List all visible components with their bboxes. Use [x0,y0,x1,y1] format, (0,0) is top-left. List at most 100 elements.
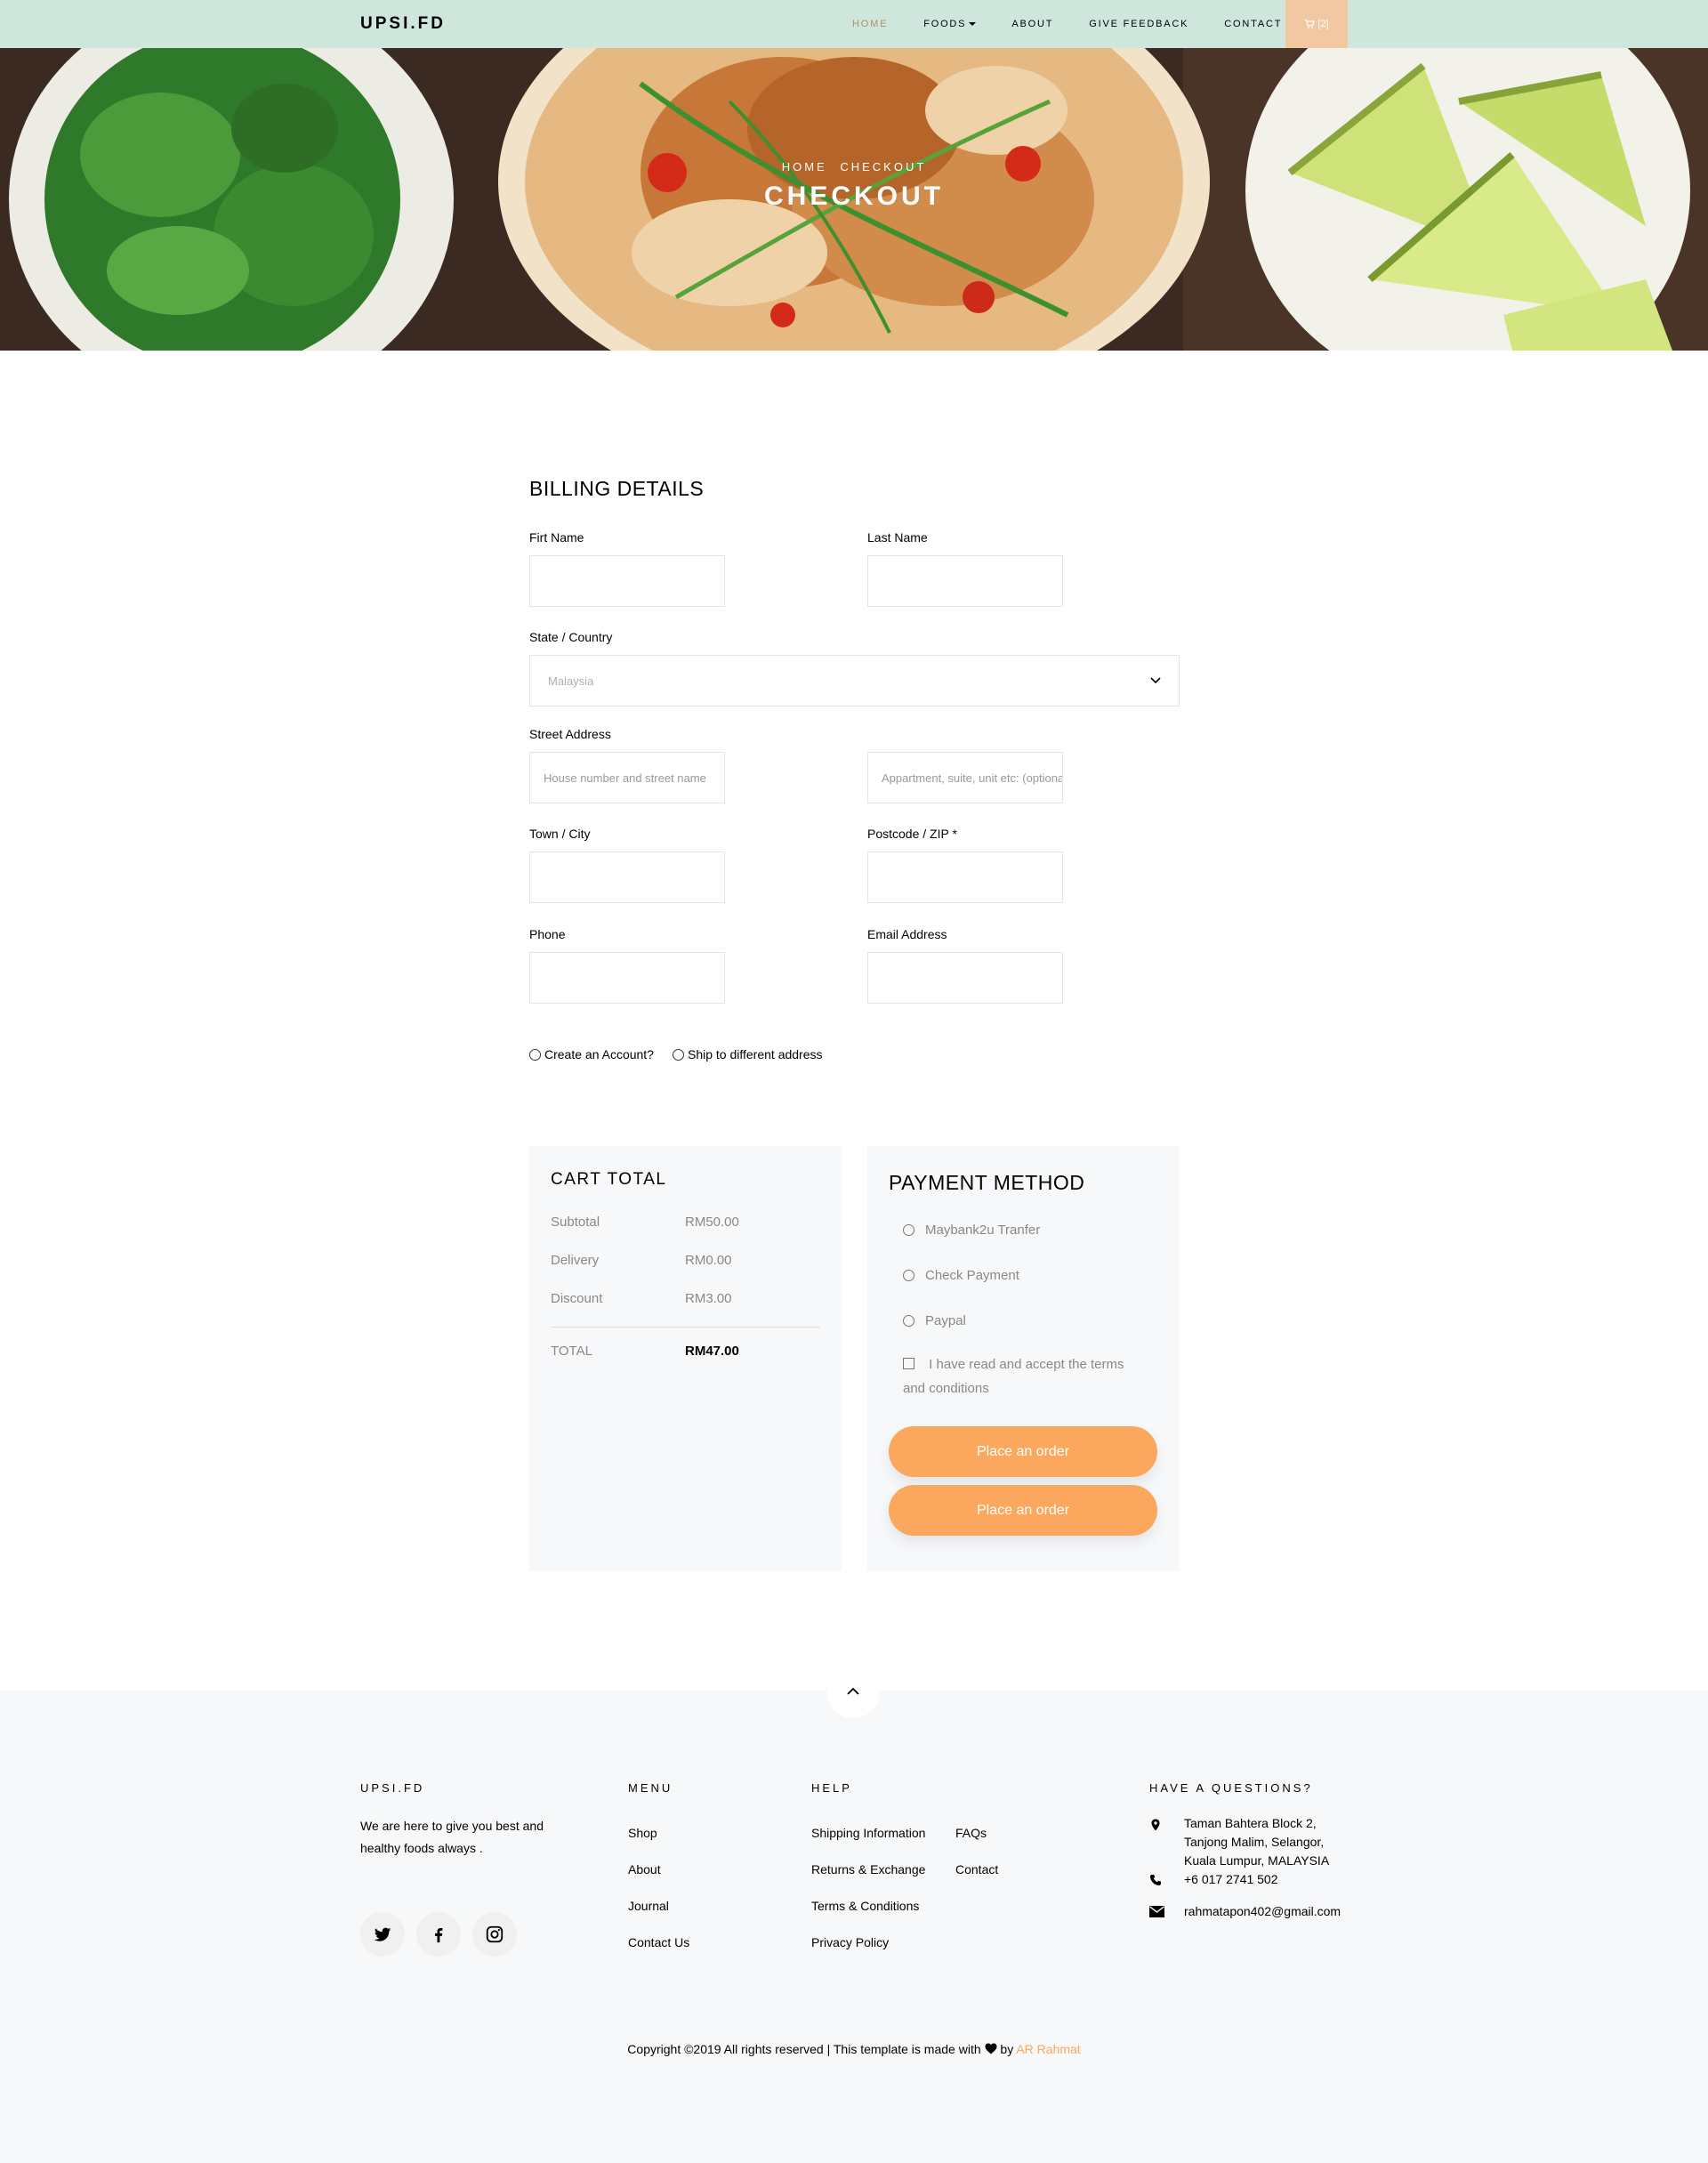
discount-value: RM3.00 [685,1291,732,1306]
subtotal-label: Subtotal [551,1215,600,1230]
instagram-icon [486,1925,504,1943]
create-account-radio[interactable] [529,1048,541,1061]
country-select[interactable]: Malaysia [529,655,1180,706]
facebook-button[interactable] [416,1912,461,1957]
country-label: State / Country [529,630,613,644]
payment-option-label: Maybank2u Tranfer [925,1223,1041,1238]
town-city-input[interactable] [529,851,725,903]
ship-different-option[interactable]: Ship to different address [673,1047,823,1061]
payment-option-paypal[interactable]: Paypal [903,1313,966,1328]
breadcrumb: HOME CHECKOUT [0,160,1708,174]
payment-option-label: Paypal [925,1313,966,1328]
footer-email[interactable]: rahmatapon402@gmail.com [1184,1902,1341,1921]
nav-foods-label: FOODS [923,19,967,29]
delivery-value: RM0.00 [685,1253,732,1268]
footer-link-shop[interactable]: Shop [628,1826,657,1840]
breadcrumb-current: CHECKOUT [840,160,927,174]
country-select-value: Malaysia [548,674,594,688]
envelope-icon [1149,1906,1164,1917]
breadcrumb-home[interactable]: HOME [782,160,827,174]
terms-option[interactable]: I have read and accept the terms and con… [903,1352,1143,1400]
payment-option-check[interactable]: Check Payment [903,1268,1019,1283]
ship-different-label: Ship to different address [688,1047,823,1061]
discount-label: Discount [551,1291,603,1306]
street-address-2-input[interactable]: Appartment, suite, unit etc: (optional) [867,752,1063,803]
total-value: RM47.00 [685,1344,739,1359]
footer-link-terms[interactable]: Terms & Conditions [811,1899,919,1913]
postcode-label: Postcode / ZIP * [867,827,957,841]
footer-address: Taman Bahtera Block 2, Tanjong Malim, Se… [1184,1814,1329,1870]
payment-radio[interactable] [903,1270,914,1281]
footer [0,1691,1708,2163]
map-marker-icon [1151,1819,1160,1831]
payment-option-label: Check Payment [925,1268,1019,1283]
brand-logo[interactable]: UPSI.FD [360,14,446,34]
footer-link-shipping[interactable]: Shipping Information [811,1826,925,1840]
nav-give-feedback[interactable]: GIVE FEEDBACK [1089,19,1188,29]
last-name-input[interactable] [867,555,1063,607]
footer-questions-heading: HAVE A QUESTIONS? [1149,1781,1313,1795]
footer-link-returns[interactable]: Returns & Exchange [811,1862,925,1876]
first-name-label: Firt Name [529,530,584,545]
terms-checkbox[interactable] [903,1358,914,1369]
footer-link-about[interactable]: About [628,1862,661,1876]
footer-phone[interactable]: +6 017 2741 502 [1184,1870,1278,1889]
ship-different-radio[interactable] [673,1048,684,1061]
nav-home[interactable]: HOME [852,19,888,29]
town-city-label: Town / City [529,827,591,841]
twitter-button[interactable] [360,1912,405,1957]
cart-icon [1305,19,1316,28]
copyright-by: by [1000,2042,1014,2056]
scroll-top-button[interactable] [826,1665,880,1718]
create-account-option[interactable]: Create an Account? [529,1047,654,1061]
facebook-icon [435,1927,443,1943]
cart-total-card: CART TOTAL Subtotal RM50.00 Delivery RM0… [529,1146,842,1571]
copyright-text: Copyright ©2019 All rights reserved | Th… [627,2042,981,2056]
payment-option-maybank[interactable]: Maybank2u Tranfer [903,1223,1040,1238]
hero-banner: HOME CHECKOUT CHECKOUT [0,48,1708,351]
place-order-button-2[interactable]: Place an order [889,1485,1157,1536]
nav-about[interactable]: ABOUT [1011,19,1053,29]
footer-brand-heading: UPSI.FD [360,1781,425,1795]
address-line: Kuala Lumpur, MALAYSIA [1184,1853,1330,1868]
cart-count: [2] [1317,19,1329,29]
street-address-label: Street Address [529,727,611,741]
nav-foods[interactable]: FOODS [923,19,977,29]
cart-total-title: CART TOTAL [551,1170,667,1189]
nav-contact[interactable]: CONTACT [1224,19,1282,29]
address-line: Taman Bahtera Block 2, [1184,1816,1317,1830]
chevron-down-icon [969,22,977,27]
street-address-input[interactable]: House number and street name [529,752,725,803]
address-line: Tanjong Malim, Selangor, [1184,1835,1325,1849]
terms-label: I have read and accept the terms and con… [903,1357,1124,1396]
footer-link-journal[interactable]: Journal [628,1899,669,1913]
copyright-author-link[interactable]: AR Rahmat [1016,2042,1080,2056]
first-name-input[interactable] [529,555,725,607]
chevron-down-icon [1150,677,1161,684]
footer-help-heading: HELP [811,1781,852,1795]
chevron-up-icon [847,1687,859,1695]
twitter-icon [374,1927,391,1941]
place-order-button[interactable]: Place an order [889,1426,1157,1477]
footer-menu-heading: MENU [628,1781,673,1795]
navbar: UPSI.FD HOME FOODS ABOUT GIVE FEEDBACK C… [0,0,1708,48]
copyright: Copyright ©2019 All rights reserved | Th… [0,2042,1708,2056]
page-title: CHECKOUT [764,182,944,211]
cart-button[interactable]: [2] [1285,0,1348,48]
phone-icon [1150,1875,1161,1885]
postcode-input[interactable] [867,851,1063,903]
heart-icon [985,2043,997,2054]
email-input[interactable] [867,952,1063,1004]
email-label: Email Address [867,927,947,941]
payment-radio[interactable] [903,1315,914,1327]
footer-link-contact-us[interactable]: Contact Us [628,1935,689,1949]
billing-title: BILLING DETAILS [529,477,705,500]
footer-link-contact[interactable]: Contact [955,1862,998,1876]
footer-link-faqs[interactable]: FAQs [955,1826,987,1840]
footer-link-privacy[interactable]: Privacy Policy [811,1935,889,1949]
phone-input[interactable] [529,952,725,1004]
subtotal-value: RM50.00 [685,1215,739,1230]
instagram-button[interactable] [472,1912,517,1957]
payment-radio[interactable] [903,1224,914,1236]
total-label: TOTAL [551,1344,592,1359]
